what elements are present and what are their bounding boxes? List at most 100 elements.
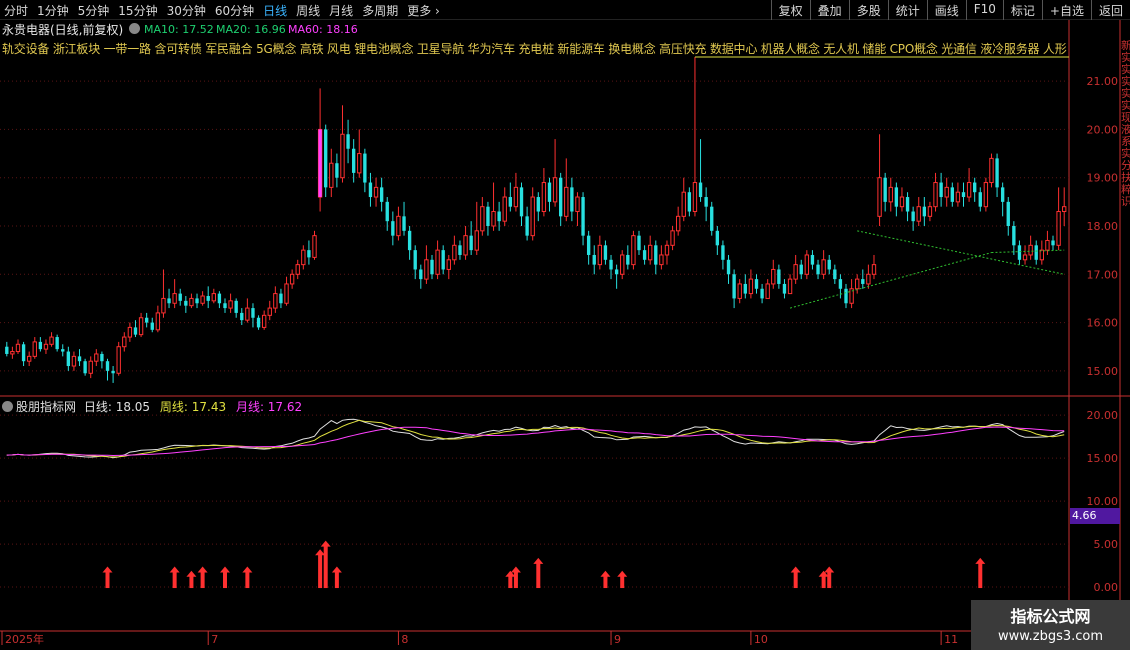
candle-body xyxy=(295,264,300,275)
candle-body xyxy=(94,353,99,362)
signal-arrow-stem xyxy=(513,571,518,589)
candle-body xyxy=(497,211,501,222)
candle-body xyxy=(888,186,893,203)
candle-body xyxy=(329,162,334,188)
candle-body xyxy=(570,187,574,212)
signal-arrow-stem xyxy=(793,571,798,589)
candle-body xyxy=(626,254,630,265)
candle-body xyxy=(536,197,540,212)
candle-body xyxy=(804,254,810,275)
candle-body xyxy=(737,283,742,299)
signal-arrow-head xyxy=(186,570,197,577)
candle-body xyxy=(1051,240,1055,246)
candle-body xyxy=(631,235,636,266)
candle-body xyxy=(441,250,445,270)
candle-body xyxy=(458,245,462,255)
candle-body xyxy=(911,211,915,222)
candle-body xyxy=(687,192,692,212)
candle-body xyxy=(312,235,317,258)
candle-body xyxy=(541,182,547,213)
candle-body xyxy=(564,186,569,217)
candle-body xyxy=(933,182,938,208)
indicator-tick-label: 5.00 xyxy=(1094,538,1119,551)
candle-body xyxy=(200,295,205,304)
time-tick-label: 2025年 xyxy=(5,632,44,646)
signal-arrow-head xyxy=(197,566,208,573)
candle-body xyxy=(77,356,82,362)
candle-body xyxy=(743,283,747,294)
candle-body xyxy=(861,279,865,284)
candle-body xyxy=(55,337,59,350)
candle-body xyxy=(267,307,272,316)
candle-body xyxy=(793,264,798,280)
signal-arrow-head xyxy=(331,566,342,573)
candle-body xyxy=(597,244,603,266)
candle-body xyxy=(391,221,395,236)
price-tick-label: 20.00 xyxy=(1087,123,1119,136)
candle-body xyxy=(144,317,149,323)
candle-body xyxy=(256,317,261,328)
candle-body xyxy=(161,297,166,314)
candle-body xyxy=(966,182,972,198)
candle-body xyxy=(877,177,882,217)
candle-body xyxy=(1028,244,1033,256)
candle-body xyxy=(916,206,921,222)
candle-body xyxy=(983,182,989,208)
candle-body xyxy=(122,336,127,348)
candle-body xyxy=(385,201,389,222)
indicator-tick-label: 10.00 xyxy=(1087,495,1119,508)
candle-body xyxy=(866,273,871,285)
candle-body xyxy=(172,293,177,304)
candle-body xyxy=(324,129,328,188)
candle-body xyxy=(184,300,188,306)
price-tick-label: 19.00 xyxy=(1087,172,1119,185)
candle-body xyxy=(279,293,283,304)
indicator-settings-icon[interactable] xyxy=(2,401,13,412)
candle-body xyxy=(922,206,927,217)
candle-body xyxy=(396,215,401,237)
candle-body xyxy=(43,343,49,350)
candle-body xyxy=(883,177,887,202)
candle-body xyxy=(71,355,77,367)
candle-body xyxy=(748,278,754,295)
signal-arrow-stem xyxy=(105,571,110,589)
candle-body xyxy=(502,196,507,222)
candle-body xyxy=(810,254,815,265)
indicator-weekly-line xyxy=(6,419,1065,458)
candle-body xyxy=(357,153,362,174)
indicator-name[interactable]: 股朋指标网 xyxy=(16,400,76,414)
signal-arrow-head xyxy=(617,570,628,577)
time-tick-label: 11 xyxy=(944,633,958,646)
indicator-tick-label: 15.00 xyxy=(1087,452,1119,465)
price-tick-label: 16.00 xyxy=(1087,317,1119,330)
candle-body xyxy=(223,303,227,309)
candle-body xyxy=(446,259,451,270)
candle-body xyxy=(452,244,457,261)
candle-body xyxy=(955,191,961,203)
indicator-weekly: 周线: 17.43 xyxy=(159,400,227,414)
candle-body xyxy=(620,254,625,275)
candle-body xyxy=(301,249,306,266)
price-tick-label: 21.00 xyxy=(1087,75,1119,88)
watermark-title: 指标公式网 xyxy=(1010,607,1091,626)
candle-body xyxy=(368,182,373,198)
kline-chart[interactable]: 21.00 20.00 19.00 18.00 17.00 16.00 15.00 20.00… xyxy=(0,0,1130,650)
candle-body xyxy=(240,312,244,321)
candle-body xyxy=(944,186,949,198)
signal-arrow-head xyxy=(533,557,544,564)
candle-body xyxy=(760,288,764,299)
candle-body xyxy=(586,235,591,255)
candle-body xyxy=(373,186,379,198)
candle-body xyxy=(726,259,731,275)
candle-body xyxy=(519,187,524,217)
candle-body xyxy=(513,186,519,208)
candle-body xyxy=(614,269,619,275)
candle-body xyxy=(289,273,295,285)
candle-body xyxy=(1056,211,1061,246)
candle-body xyxy=(217,293,222,304)
candle-body xyxy=(1045,239,1050,251)
candle-body xyxy=(642,250,647,260)
candle-body xyxy=(195,298,199,304)
candle-body xyxy=(1017,245,1022,260)
signal-arrow-head xyxy=(600,570,611,577)
